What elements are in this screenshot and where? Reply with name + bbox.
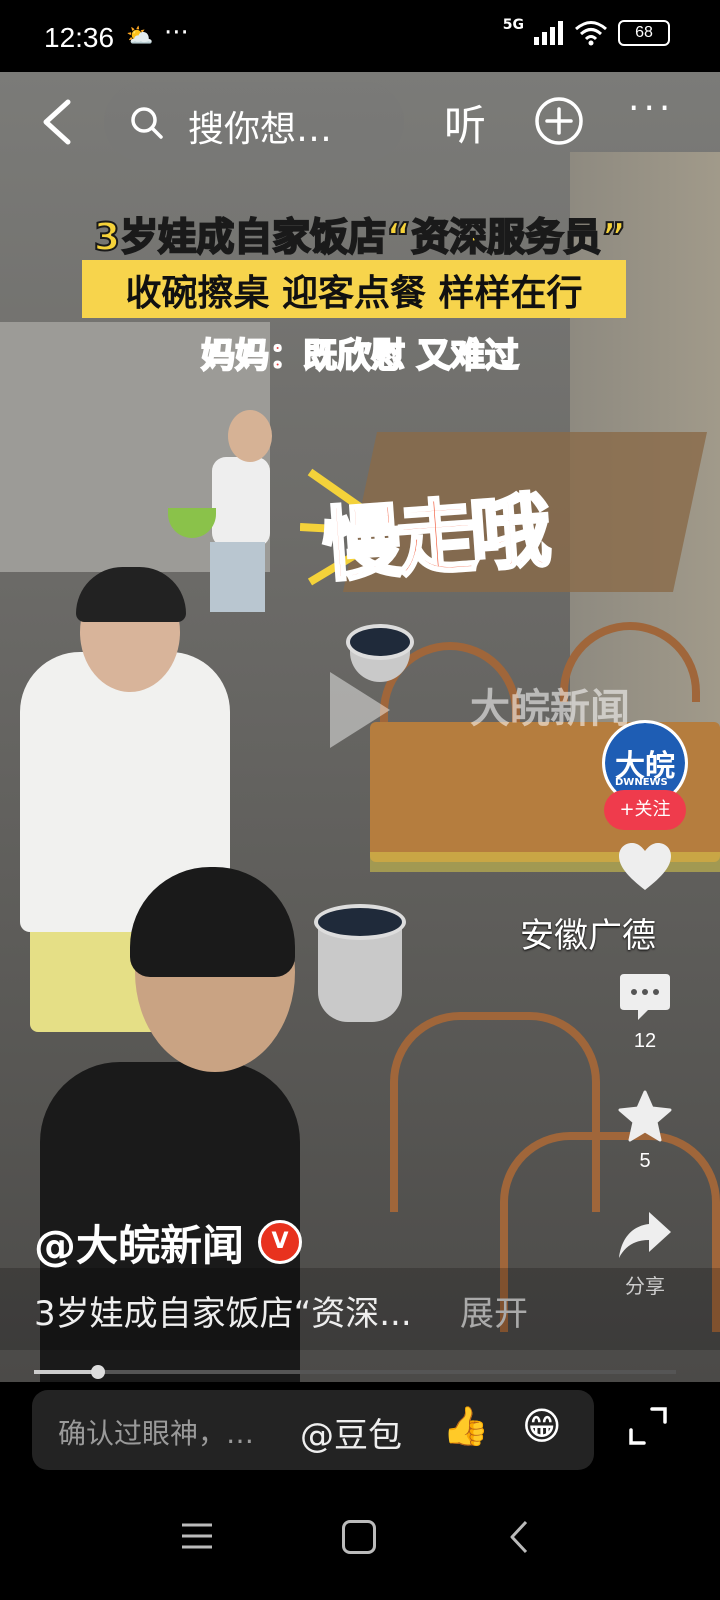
play-icon[interactable] [330,672,390,748]
verified-badge: V [258,1220,302,1264]
system-nav-bar [0,1482,720,1600]
comment-input[interactable]: 确认过眼神，… @豆包 👍 😁 [32,1390,594,1470]
scene-woman-hair [76,567,186,622]
comment-bar: 确认过眼神，… @豆包 👍 😁 [0,1382,720,1482]
top-bar: 搜你想… 听 ··· [0,72,720,172]
battery-indicator: 68 [618,20,670,46]
mention-button[interactable]: @豆包 [300,1408,402,1457]
weather-icon: ⛅ [126,24,154,49]
status-time: 12:36 [44,22,115,53]
listen-button[interactable]: 听 [444,92,486,153]
video-progress[interactable] [34,1365,676,1379]
video-headline-1: 3岁娃成自家饭店“资深服务员” [93,214,627,260]
signal-icon [534,21,563,45]
more-icon[interactable]: ··· [628,88,674,129]
back-icon[interactable] [38,98,78,146]
comment-icon [620,974,670,1020]
home-icon[interactable] [342,1520,376,1554]
comment-button[interactable]: 12 [602,972,688,1053]
search-input[interactable]: 搜你想… [104,82,404,162]
scene-child [212,457,270,547]
scene-child-shorts [210,542,265,612]
status-indicators: 5G 68 [502,17,670,46]
video-headline-2: 收碗擦桌 迎客点餐 样样在行 [125,273,583,314]
star-icon [618,1090,672,1142]
progress-fill [34,1370,99,1374]
avatar-sub: DWNEWS [615,777,668,788]
expand-link[interactable]: 展开 [460,1286,528,1335]
description-row: 3岁娃成自家饭店“资深... 展开 [0,1268,720,1350]
like-button[interactable] [602,842,688,900]
video-player[interactable]: 3岁娃成自家饭店“资深服务员” 收碗擦桌 迎客点餐 样样在行 妈妈：既欣慰 又难… [0,72,720,1382]
network-label: 5G [502,17,524,33]
description-text: 3岁娃成自家饭店“资深... [34,1294,412,1334]
nav-back-icon[interactable] [508,1520,530,1554]
status-bar: 12:36 ⛅ ··· 5G 68 [0,0,720,72]
wifi-icon [575,21,607,46]
search-placeholder: 搜你想… [188,109,333,150]
comment-placeholder: 确认过眼神，… [58,1417,255,1450]
video-headline-3: 妈妈：既欣慰 又难过 [200,335,520,377]
location-tag: 安徽广德 [520,916,656,956]
video-sticker: 慢走哦 [318,483,549,594]
menu-icon[interactable] [180,1522,214,1550]
add-icon[interactable] [534,96,584,146]
notification-dots: ··· [164,18,189,48]
heart-icon [619,843,671,890]
thumbs-up-icon[interactable]: 👍 [442,1404,489,1449]
grin-emoji-icon[interactable]: 😁 [522,1404,562,1448]
comment-count: 12 [633,1030,657,1052]
search-icon [131,107,163,139]
fullscreen-icon[interactable] [628,1406,668,1446]
follow-button[interactable]: +关注 [604,790,686,830]
favorite-button[interactable]: 5 [602,1090,688,1173]
scene-child-head [228,410,272,462]
favorite-count: 5 [639,1150,651,1172]
video-watermark: 大皖新闻 [470,686,630,732]
scene-bucket [314,904,406,1022]
author-handle[interactable]: @大皖新闻 [34,1212,244,1273]
share-icon [619,1212,671,1258]
